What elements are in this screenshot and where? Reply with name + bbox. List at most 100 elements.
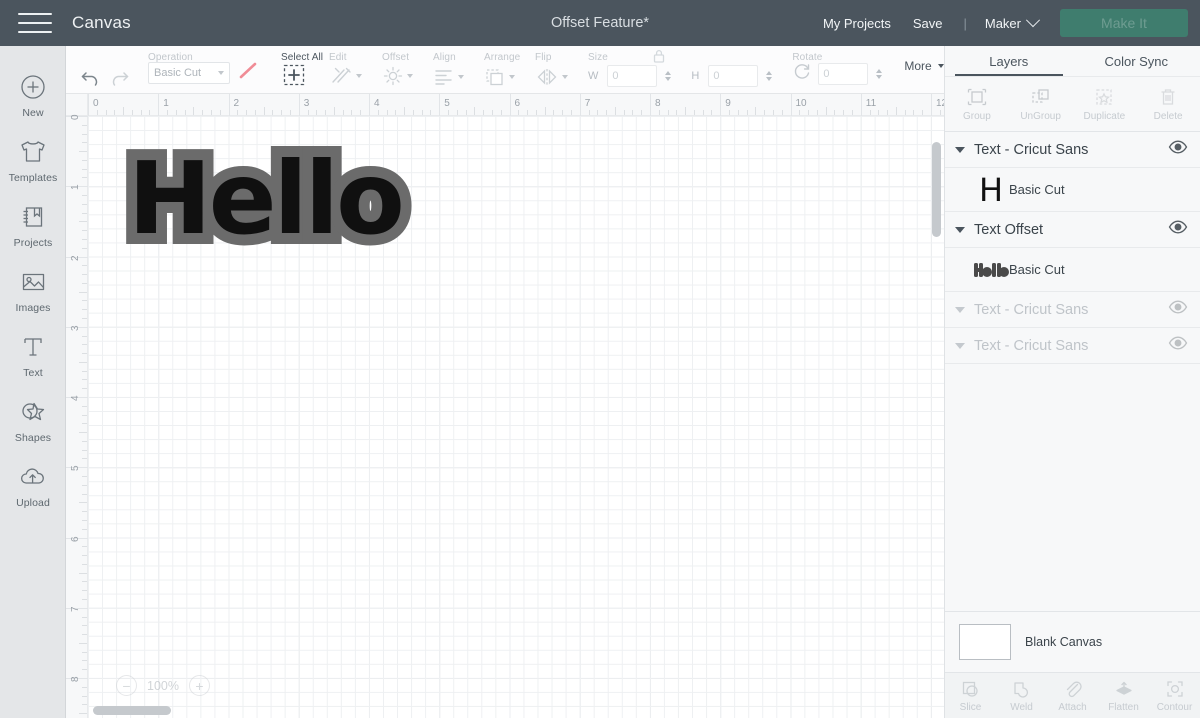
machine-selector[interactable]: Maker [977, 10, 1046, 37]
ruler-minor-tick [755, 107, 757, 115]
make-it-button[interactable]: Make It [1060, 9, 1188, 37]
align-label: Align [433, 51, 456, 63]
contour-button[interactable]: Contour [1149, 673, 1200, 718]
align-button[interactable] [433, 67, 464, 87]
layer-sub-row[interactable]: Basic Cut [945, 248, 1200, 292]
flatten-button[interactable]: Flatten [1098, 673, 1149, 718]
canvas-vertical-scrollbar[interactable] [932, 142, 941, 642]
operation-label: Operation [148, 51, 193, 63]
scrollbar-thumb[interactable] [932, 142, 941, 237]
attach-button[interactable]: Attach [1047, 673, 1098, 718]
my-projects-link[interactable]: My Projects [812, 10, 902, 37]
scrollbar-thumb[interactable] [93, 706, 171, 715]
sidebar-item-new[interactable]: New [0, 62, 66, 127]
operation-color-swatch[interactable] [236, 60, 260, 87]
slice-button[interactable]: Slice [945, 673, 996, 718]
size-label: Size [588, 51, 608, 63]
chevron-down-icon [937, 64, 944, 68]
operation-group: Operation Basic Cut [139, 46, 269, 94]
height-input[interactable]: 0 [708, 64, 759, 87]
duplicate-button[interactable]: Duplicate [1073, 77, 1137, 131]
hamburger-icon[interactable] [18, 11, 52, 35]
ruler-minor-tick [82, 669, 87, 671]
visibility-eye-icon[interactable] [1168, 140, 1188, 159]
ruler-minor-tick [676, 110, 678, 115]
ruler-minor-tick [667, 110, 669, 115]
arrange-group: Arrange [474, 46, 525, 94]
select-all-button[interactable] [281, 63, 307, 87]
rotate-input[interactable]: 0 [818, 63, 869, 85]
edit-toolbar: Operation Basic Cut Select All Edit Offs… [66, 46, 944, 94]
ruler-label: 8 [70, 676, 81, 682]
zoom-out-button[interactable]: − [116, 675, 137, 696]
height-stepper[interactable] [766, 70, 773, 81]
chevron-expanded-icon[interactable] [955, 146, 965, 153]
ruler-tick [650, 94, 651, 116]
rotate-stepper[interactable] [876, 69, 883, 79]
offset-button[interactable] [382, 65, 413, 87]
blank-canvas-row[interactable]: Blank Canvas [945, 611, 1200, 672]
canvas-grid[interactable]: Hello Hello − 100% + [88, 116, 944, 718]
flip-button[interactable] [535, 67, 568, 87]
sidebar-item-projects[interactable]: Projects [0, 192, 66, 257]
redo-icon[interactable] [108, 69, 130, 87]
layer-row[interactable]: Text - Cricut Sans [945, 328, 1200, 364]
arrange-button[interactable] [484, 67, 515, 87]
canvas-area[interactable]: 0123456789101112 012345678 Hello Hello −… [66, 94, 944, 718]
sidebar-item-upload[interactable]: Upload [0, 452, 66, 517]
sidebar-item-shapes[interactable]: Shapes [0, 387, 66, 452]
ungroup-button[interactable]: UnGroup [1009, 77, 1073, 131]
canvas-horizontal-scrollbar[interactable] [88, 706, 930, 716]
more-button[interactable]: More [904, 59, 944, 80]
flip-label: Flip [535, 51, 552, 63]
ruler-minor-tick [82, 230, 87, 232]
save-button[interactable]: Save [902, 10, 954, 37]
ruler-minor-tick [82, 203, 87, 205]
tab-layers[interactable]: Layers [945, 46, 1073, 76]
ruler-label: 11 [865, 98, 877, 109]
ruler-minor-tick [82, 335, 87, 337]
tab-color-sync[interactable]: Color Sync [1073, 46, 1200, 76]
zoom-in-button[interactable]: + [188, 675, 210, 696]
ruler-minor-tick [210, 110, 212, 115]
layer-row[interactable]: Text - Cricut Sans [945, 132, 1200, 168]
chevron-expanded-icon[interactable] [955, 342, 965, 349]
rotate-icon[interactable] [792, 62, 812, 87]
operation-select[interactable]: Basic Cut [148, 62, 230, 84]
ruler-minor-tick [289, 110, 291, 115]
lock-icon[interactable] [652, 48, 666, 69]
ruler-minor-tick [632, 110, 634, 115]
ruler-label: 9 [725, 98, 731, 109]
width-input[interactable]: 0 [607, 64, 658, 87]
chevron-down-icon [458, 74, 464, 79]
ruler-minor-tick [82, 440, 87, 442]
layer-row[interactable]: Text - Cricut Sans [945, 292, 1200, 328]
blank-canvas-swatch[interactable] [959, 624, 1011, 660]
undo-icon[interactable] [80, 69, 102, 87]
group-button[interactable]: Group [945, 77, 1009, 131]
history-group [66, 46, 139, 94]
ruler-label: 0 [93, 98, 99, 109]
visibility-eye-icon[interactable] [1168, 220, 1188, 239]
layer-sub-row[interactable]: H Basic Cut [945, 168, 1200, 212]
chevron-expanded-icon[interactable] [955, 226, 965, 233]
layer-row[interactable]: Text Offset [945, 212, 1200, 248]
artwork-hello[interactable]: Hello Hello [117, 129, 416, 268]
sidebar-item-templates[interactable]: Templates [0, 127, 66, 192]
delete-button[interactable]: Delete [1136, 77, 1200, 131]
chevron-expanded-icon[interactable] [955, 306, 965, 313]
visibility-eye-icon[interactable] [1168, 336, 1188, 355]
edit-button[interactable] [329, 65, 362, 87]
ruler-tick [720, 94, 722, 116]
ruler-minor-tick [82, 124, 87, 126]
ruler-minor-tick [82, 686, 87, 688]
sidebar-item-text[interactable]: Text [0, 322, 66, 387]
width-stepper[interactable] [665, 70, 672, 81]
layer-name: Text - Cricut Sans [974, 337, 1089, 354]
weld-button[interactable]: Weld [996, 673, 1047, 718]
visibility-eye-icon[interactable] [1168, 300, 1188, 319]
sidebar-item-images[interactable]: Images [0, 257, 66, 322]
ruler-minor-tick [79, 502, 87, 504]
select-all-label: Select All [281, 51, 324, 63]
ruler-minor-tick [82, 195, 87, 197]
